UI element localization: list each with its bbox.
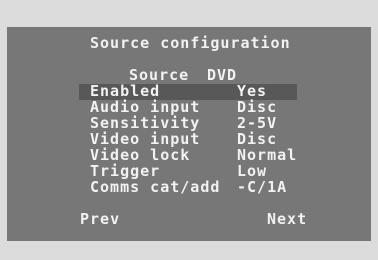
row-label: Audio input <box>90 98 201 116</box>
row-value: Disc <box>237 98 278 116</box>
source-value: DVD <box>207 66 238 84</box>
source-label: Source <box>129 66 190 84</box>
row-value: -C/1A <box>237 178 288 196</box>
osd-panel: Source configuration Source DVD Enabled … <box>7 27 371 241</box>
menu-title: Source configuration <box>90 34 291 52</box>
row-label: Comms cat/add <box>90 178 221 196</box>
row-value: Normal <box>237 146 298 164</box>
row-comms-cat-add[interactable]: Comms cat/add -C/1A <box>7 180 371 196</box>
screen: Source configuration Source DVD Enabled … <box>0 0 378 260</box>
row-label: Sensitivity <box>90 114 201 132</box>
row-label: Trigger <box>90 162 161 180</box>
row-label: Enabled <box>90 82 161 100</box>
row-label: Video lock <box>90 146 191 164</box>
row-value: Disc <box>237 130 278 148</box>
prev-button[interactable]: Prev <box>80 212 120 227</box>
row-value: Yes <box>237 82 268 100</box>
row-value: 2-5V <box>237 114 278 132</box>
row-value: Low <box>237 162 268 180</box>
row-label: Video input <box>90 130 201 148</box>
next-button[interactable]: Next <box>267 212 307 227</box>
row-video-lock[interactable]: Video lock Normal <box>7 148 371 164</box>
